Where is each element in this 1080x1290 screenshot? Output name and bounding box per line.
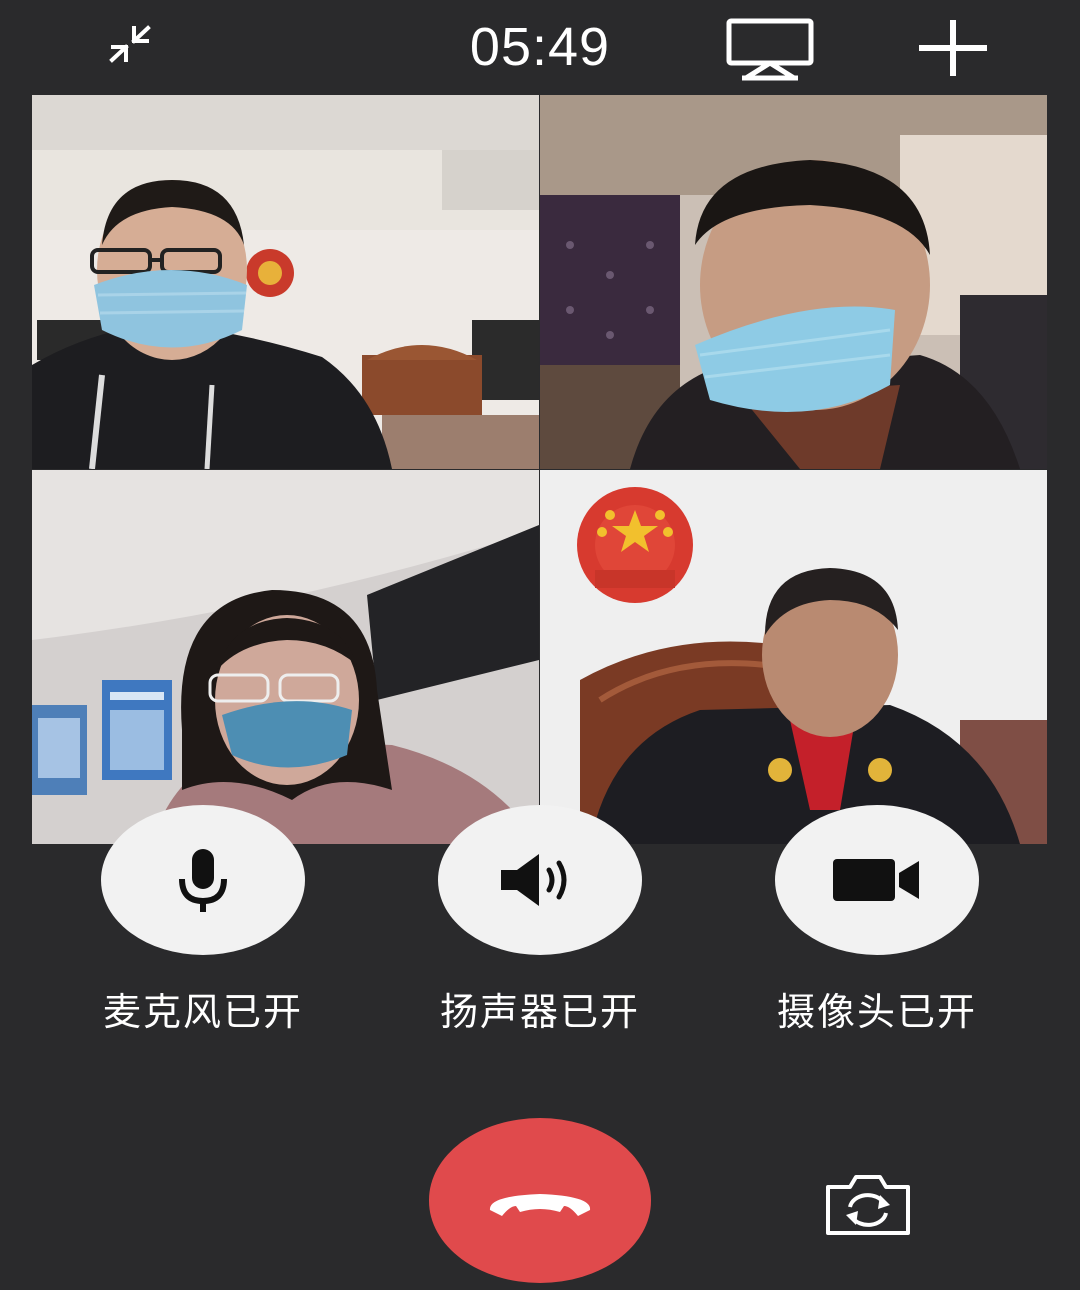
minimize-button[interactable]: [95, 15, 165, 75]
add-participant-button[interactable]: [905, 10, 1000, 85]
camera-switch-icon: [825, 1175, 910, 1235]
mic-control: 麦克风已开: [68, 805, 338, 1036]
video-grid: [32, 95, 1047, 844]
video-tile-2[interactable]: [540, 95, 1047, 469]
hang-up-button[interactable]: [429, 1118, 651, 1283]
switch-camera-button[interactable]: [815, 1165, 920, 1245]
video-call-screen: 05:49 麦克风已开 扬声器已开 摄像头已开: [0, 0, 1080, 1290]
video-tile-3[interactable]: [32, 470, 539, 844]
video-feed-1: [32, 95, 539, 469]
video-tile-4[interactable]: [540, 470, 1047, 844]
collapse-arrows-icon: [109, 25, 151, 63]
plus-icon: [918, 19, 987, 76]
video-feed-2: [540, 95, 1047, 469]
microphone-icon: [179, 849, 227, 912]
speaker-icon: [501, 854, 567, 906]
camera-status-label: 摄像头已开: [776, 990, 977, 1034]
video-camera-icon: [833, 859, 919, 901]
hang-up-phone-icon: [489, 1193, 591, 1216]
speaker-control: 扬声器已开: [405, 805, 675, 1036]
speaker-status-label: 扬声器已开: [439, 990, 640, 1034]
video-feed-3: [32, 470, 539, 844]
top-bar: 05:49: [0, 0, 1080, 95]
video-tile-1[interactable]: [32, 95, 539, 469]
screen-share-icon: [726, 18, 814, 80]
speaker-toggle-button[interactable]: [438, 805, 642, 955]
mic-status-label: 麦克风已开: [102, 990, 303, 1034]
call-timer: 05:49: [469, 17, 611, 77]
screen-share-button[interactable]: [720, 10, 820, 85]
video-feed-4: [540, 470, 1047, 844]
camera-control: 摄像头已开: [742, 805, 1012, 1036]
mic-toggle-button[interactable]: [101, 805, 305, 955]
camera-toggle-button[interactable]: [775, 805, 979, 955]
